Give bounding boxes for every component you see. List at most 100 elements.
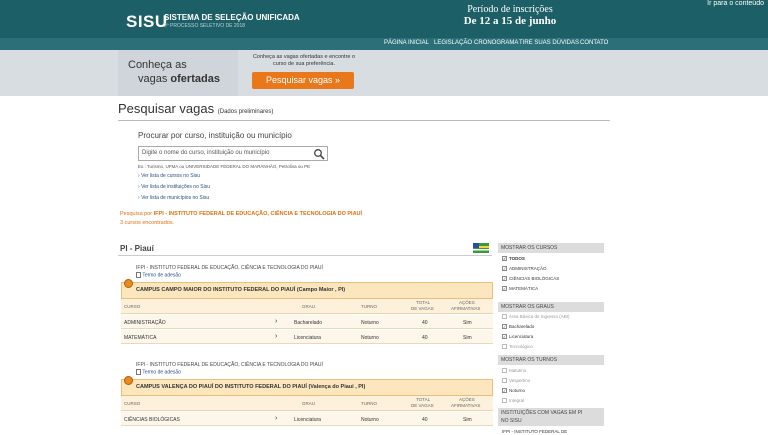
filter-label: Matutino xyxy=(509,368,527,373)
checkbox-checked-icon[interactable]: ✓ xyxy=(502,334,507,340)
filter-label: TODOS xyxy=(509,256,525,261)
col-total-sub: DE VAGAS xyxy=(411,403,434,408)
filter-grau-tecnologico[interactable]: Tecnológico xyxy=(502,344,533,350)
link-institutions-label: Ver lista de instituições no Sisu xyxy=(141,184,210,190)
filter-turno-vespertino[interactable]: Vespertino xyxy=(502,378,531,384)
search-vacancies-button[interactable]: Pesquisar vagas » xyxy=(252,72,354,89)
row-vagas: 40 xyxy=(422,417,428,423)
filter-curso-matematica[interactable]: ✓ MATEMÁTICA xyxy=(502,286,539,292)
col-total-sub: DE VAGAS xyxy=(411,306,434,311)
filter-prefix: Pesquisa por xyxy=(120,211,154,217)
filter-turno-integral[interactable]: Integral xyxy=(502,398,524,404)
period-dates: De 12 a 15 de junho xyxy=(463,15,557,27)
results-count: 3 cursos encontrados. xyxy=(120,220,175,226)
sidebar-institution-item[interactable]: IFPI - INSTITUTO FEDERAL DE xyxy=(502,429,567,434)
checkbox-unchecked-icon[interactable] xyxy=(502,398,507,404)
campus-header: CAMPUS VALENÇA DO PIAUÍ DO INSTITUTO FED… xyxy=(121,376,493,396)
page-title-text: Pesquisar vagas xyxy=(118,101,215,116)
filter-label: Vespertino xyxy=(509,378,531,383)
checkbox-unchecked-icon[interactable] xyxy=(502,378,507,384)
filter-curso-todos[interactable]: ✓ TODOS xyxy=(502,256,525,262)
filter-label: ADMINISTRAÇÃO xyxy=(509,266,547,271)
filter-turno-matutino[interactable]: Matutino xyxy=(502,368,527,374)
term-link[interactable]: Termo de adesão xyxy=(136,272,181,278)
state-flag-icon xyxy=(473,243,489,253)
sidebar-inst-title-2: NO SISU xyxy=(501,418,522,424)
checkbox-unchecked-icon[interactable] xyxy=(502,314,507,320)
table-header: CURSO GRAU TURNO TOTAL DE VAGAS AÇÕES AF… xyxy=(121,396,493,411)
filter-grau-abi[interactable]: Área Básica de Ingresso (ABI) xyxy=(502,314,570,320)
term-link[interactable]: Termo de adesão xyxy=(136,369,181,375)
filter-label: CIÊNCIAS BIOLÓGICAS xyxy=(509,276,560,281)
row-arrow-icon[interactable]: › xyxy=(275,318,277,325)
main-nav: PÁGINA INICIAL LEGISLAÇÃO CRONOGRAMA TIR… xyxy=(0,38,768,50)
row-arrow-icon[interactable]: › xyxy=(275,415,277,422)
checkbox-checked-icon[interactable]: ✓ xyxy=(502,286,507,292)
checkbox-unchecked-icon[interactable] xyxy=(502,368,507,374)
row-curso: ADMINISTRAÇÃO xyxy=(124,320,166,326)
checkbox-checked-icon[interactable]: ✓ xyxy=(502,256,507,262)
link-municipalities[interactable]: › Ver lista de municípios no Sisu xyxy=(138,195,209,201)
nav-schedule[interactable]: CRONOGRAMA xyxy=(474,40,518,46)
title-divider xyxy=(118,120,610,121)
table-row[interactable]: MATEMÁTICA › Licenciatura Noturno 40 Sim xyxy=(121,330,493,344)
map-pin-icon xyxy=(124,279,133,288)
link-institutions[interactable]: › Ver lista de instituições no Sisu xyxy=(138,184,210,190)
sisu-logo[interactable]: SISU xyxy=(126,12,168,32)
promo-description: Conheça as vagas ofertadas e encontre o … xyxy=(252,54,356,67)
filter-label: MATEMÁTICA xyxy=(509,286,539,291)
filter-label: Bacharelado xyxy=(509,324,535,329)
row-curso: CIÊNCIAS BIOLÓGICAS xyxy=(124,417,180,423)
checkbox-unchecked-icon[interactable] xyxy=(502,344,507,350)
link-courses-label: Ver lista de cursos no Sisu xyxy=(141,173,200,179)
row-arrow-icon[interactable]: › xyxy=(275,333,277,340)
term-label: Termo de adesão xyxy=(142,369,181,376)
nav-legislation[interactable]: LEGISLAÇÃO xyxy=(434,40,472,46)
term-label: Termo de adesão xyxy=(142,272,181,279)
table-row[interactable]: CIÊNCIAS BIOLÓGICAS › Licenciatura Notur… xyxy=(121,412,493,426)
checkbox-checked-icon[interactable]: ✓ xyxy=(502,276,507,282)
filter-summary: Pesquisa por IFPI - INSTITUTO FEDERAL DE… xyxy=(120,211,362,217)
filter-value: IFPI - INSTITUTO FEDERAL DE EDUCAÇÃO, CI… xyxy=(153,211,363,217)
nav-faq[interactable]: TIRE SUAS DÚVIDAS xyxy=(519,40,579,46)
link-courses[interactable]: › Ver lista de cursos no Sisu xyxy=(138,173,200,179)
row-grau: Licenciatura xyxy=(294,335,321,341)
logo-subtitle: SISTEMA DE SELEÇÃO UNIFICADA xyxy=(164,13,300,22)
filter-curso-ciencias[interactable]: ✓ CIÊNCIAS BIOLÓGICAS xyxy=(502,276,560,282)
table-header: CURSO GRAU TURNO TOTAL DE VAGAS AÇÕES AF… xyxy=(121,299,493,314)
skip-to-content-link[interactable]: Ir para o conteúdo xyxy=(707,0,764,7)
row-vagas: 40 xyxy=(422,320,428,326)
search-input[interactable]: Digite o nome do curso, instituição ou m… xyxy=(138,146,328,161)
page-title-note: (Dados preliminares) xyxy=(217,109,274,115)
row-turno: Noturno xyxy=(361,335,379,341)
col-total: TOTAL xyxy=(416,300,431,305)
checkbox-checked-icon[interactable]: ✓ xyxy=(502,266,507,272)
row-turno: Noturno xyxy=(361,320,379,326)
promo-strip: Conheça as vagas ofertadas Conheça as va… xyxy=(0,50,768,96)
filter-grau-licenciatura[interactable]: ✓ Licenciatura xyxy=(502,334,533,340)
filter-curso-administracao[interactable]: ✓ ADMINISTRAÇÃO xyxy=(502,266,547,272)
promo-line1: Conheça as xyxy=(128,59,187,71)
row-grau: Licenciatura xyxy=(294,417,321,423)
campus-header: CAMPUS CAMPO MAIOR DO INSTITUTO FEDERAL … xyxy=(121,279,493,299)
checkbox-checked-icon[interactable]: ✓ xyxy=(502,324,507,330)
sidebar-institutions-title: INSTITUIÇÕES COM VAGAS EM PI NO SISU xyxy=(498,408,604,426)
sidebar-inst-title-1: INSTITUIÇÕES COM VAGAS EM PI xyxy=(501,410,583,416)
checkbox-checked-icon[interactable]: ✓ xyxy=(502,388,507,394)
period-title: Período de inscrições xyxy=(467,4,553,15)
row-vagas: 40 xyxy=(422,335,428,341)
campus-name: CAMPUS CAMPO MAIOR DO INSTITUTO FEDERAL … xyxy=(136,287,346,293)
filter-grau-bacharelado[interactable]: ✓ Bacharelado xyxy=(502,324,535,330)
filter-label: Tecnológico xyxy=(509,344,533,349)
nav-contact[interactable]: CONTATO xyxy=(580,40,608,46)
col-total: TOTAL xyxy=(416,397,431,402)
map-pin-icon xyxy=(124,376,133,385)
col-grau: GRAU xyxy=(302,401,316,406)
filter-turno-noturno[interactable]: ✓ Noturno xyxy=(502,388,525,394)
nav-home[interactable]: PÁGINA INICIAL xyxy=(384,40,429,46)
promo-line2: vagas ofertadas xyxy=(138,73,220,85)
search-placeholder: Digite o nome do curso, instituição ou m… xyxy=(142,150,270,156)
search-icon[interactable] xyxy=(313,148,325,160)
table-row[interactable]: ADMINISTRAÇÃO › Bacharelado Noturno 40 S… xyxy=(121,315,493,329)
row-curso: MATEMÁTICA xyxy=(124,335,157,341)
